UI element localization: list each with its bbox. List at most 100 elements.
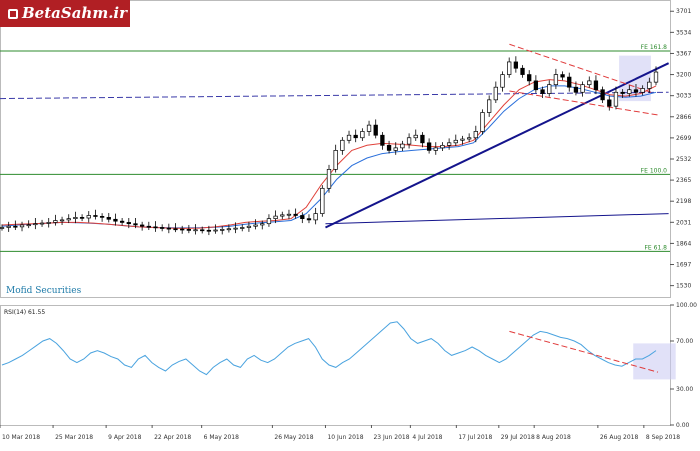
rsi-y-tick-label: 30.00 — [676, 386, 693, 393]
candle-body — [580, 84, 585, 93]
price-y-tick-label: 3033 — [676, 93, 691, 100]
candle-body — [220, 229, 225, 231]
candle-body — [453, 139, 458, 144]
x-tick-label: 26 Aug 2018 — [600, 434, 639, 441]
candle-body — [600, 89, 605, 101]
candle-body — [273, 215, 278, 219]
x-tick-label: 9 Apr 2018 — [108, 434, 141, 441]
candle-body — [119, 220, 125, 223]
candle-body — [0, 227, 5, 229]
candle-body — [527, 74, 532, 82]
candle-body — [306, 218, 312, 221]
candle-body — [493, 86, 498, 101]
candle-body — [573, 86, 579, 93]
candle-body — [233, 227, 238, 230]
candle-body — [73, 217, 78, 219]
candle-body — [26, 224, 31, 227]
rsi-panel-frame — [0, 305, 671, 426]
candle-body — [253, 224, 258, 227]
candle-body — [39, 222, 45, 225]
candle-body — [113, 218, 118, 222]
rsi-y-tick-label: 0.00 — [676, 422, 690, 429]
fib-level-label: FE 61.8 — [644, 244, 667, 251]
logo-text: BetaSahm.ir — [22, 4, 128, 22]
candle-body — [213, 229, 218, 232]
candle-body — [133, 223, 138, 226]
candle-body — [533, 80, 539, 91]
x-tick-label: 25 Mar 2018 — [55, 434, 93, 441]
x-tick-label: 17 Jul 2018 — [458, 434, 492, 441]
x-tick-label: 4 Jul 2018 — [412, 434, 442, 441]
price-y-tick-label: 3534 — [676, 29, 691, 36]
candle-body — [393, 147, 398, 151]
candle-body — [286, 213, 292, 216]
candle-body — [640, 88, 645, 93]
candle-body — [507, 61, 512, 75]
candle-body — [587, 80, 592, 86]
x-tick-label: 8 Aug 2018 — [536, 434, 571, 441]
price-y-tick-label: 2866 — [676, 114, 691, 121]
x-tick-label: 22 Apr 2018 — [154, 434, 191, 441]
candle-body — [593, 80, 599, 91]
x-tick-label: 26 May 2018 — [274, 434, 313, 441]
candle-body — [547, 84, 552, 94]
candle-body — [280, 214, 285, 217]
candle-body — [613, 91, 619, 107]
trendline-horizontal-dashed — [0, 91, 669, 100]
candle-body — [420, 134, 425, 144]
chart-stage: 3701 3534 3367 3200 3033 2866 2699 2532 2365 2198… — [0, 0, 700, 447]
candle-body — [366, 124, 372, 132]
candle-body — [53, 220, 58, 223]
price-y-tick-label: 2198 — [676, 198, 691, 205]
candle-body — [373, 124, 378, 136]
candle-body — [620, 91, 625, 94]
x-tick-label: 8 Sep 2018 — [646, 434, 680, 441]
candle-body — [99, 216, 105, 218]
candle-body — [540, 89, 545, 94]
price-y-tick-label: 1864 — [676, 240, 691, 247]
candle-body — [246, 225, 252, 228]
candle-body — [340, 139, 345, 151]
candle-body — [487, 99, 492, 113]
candle-body — [206, 229, 212, 232]
price-y-tick-label: 2699 — [676, 135, 691, 142]
ma-fast-line — [1, 79, 657, 229]
candle-body — [13, 225, 18, 228]
candle-body — [413, 134, 418, 139]
candle-body — [426, 142, 432, 151]
x-tick-label: 29 Jul 2018 — [501, 434, 535, 441]
candle-body — [466, 137, 472, 140]
rsi-highlight-box — [633, 343, 676, 380]
candle-body — [567, 76, 572, 88]
price-y-tick-label: 3367 — [676, 50, 691, 57]
candle-body — [520, 67, 525, 75]
candle-body — [200, 229, 205, 232]
rsi-title: RSI(14) 61.55 — [4, 309, 45, 316]
candle-body — [160, 227, 165, 229]
ma-slow-line — [1, 85, 657, 229]
x-tick-label: 6 May 2018 — [204, 434, 239, 441]
candle-body — [86, 215, 91, 219]
price-y-tick-label: 3701 — [676, 8, 691, 15]
price-y-tick-label: 3200 — [676, 72, 691, 79]
price-y-tick-label: 2365 — [676, 177, 691, 184]
x-tick-label: 10 Mar 2018 — [2, 434, 40, 441]
candle-body — [406, 137, 412, 145]
candle-body — [326, 169, 332, 189]
candle-body — [360, 131, 365, 139]
fib-level-label: FE 100.0 — [641, 167, 668, 174]
candle-body — [139, 224, 145, 227]
candle-body — [153, 226, 158, 229]
candle-body — [446, 142, 452, 146]
logo: BetaSahm.ir — [0, 0, 130, 27]
x-tick-label: 10 Jun 2018 — [327, 434, 363, 441]
price-y-tick-label: 1530 — [676, 283, 691, 290]
chart-svg: 3701 3534 3367 3200 3033 2866 2699 2532 2365 2198… — [0, 0, 697, 441]
candle-body — [346, 134, 352, 141]
candle-body — [627, 89, 632, 94]
price-y-tick-label: 2532 — [676, 156, 691, 163]
candle-body — [300, 215, 305, 219]
candle-body — [653, 71, 659, 83]
candle-body — [320, 187, 325, 214]
x-tick-label: 23 Jun 2018 — [373, 434, 409, 441]
